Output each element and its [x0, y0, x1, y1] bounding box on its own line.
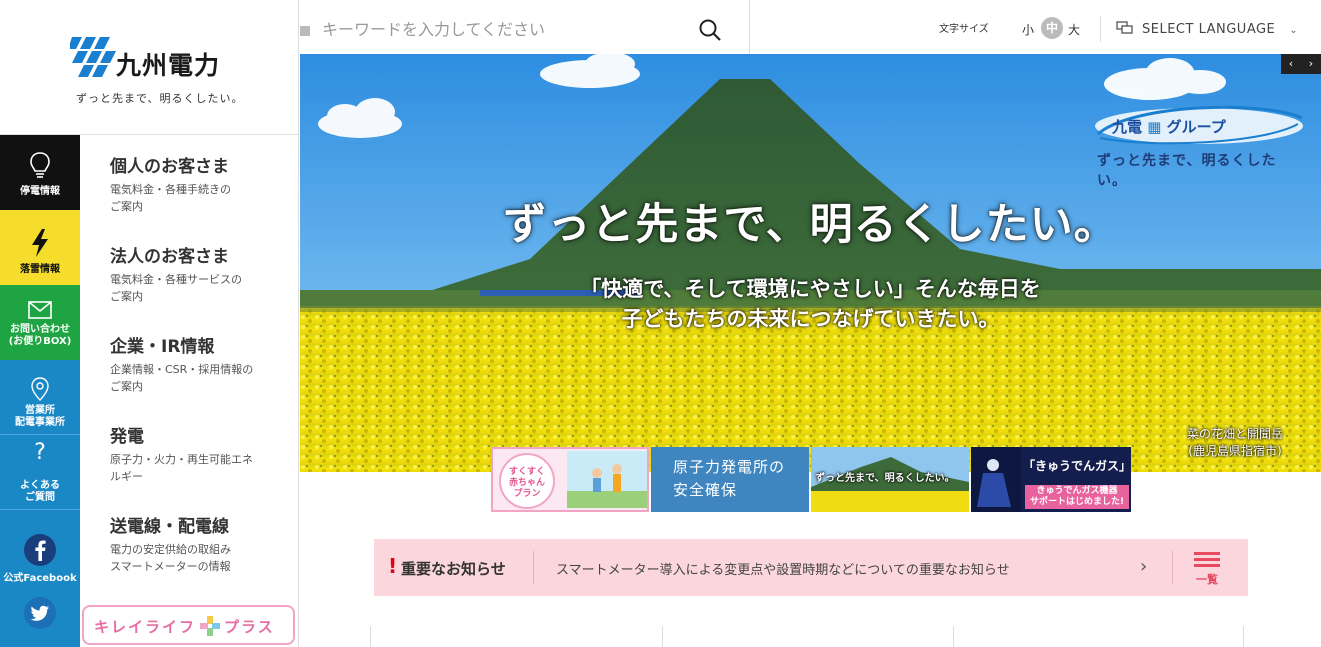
- notice-list-button[interactable]: 一覧: [1189, 549, 1225, 587]
- nav-outage-info[interactable]: 停電情報: [0, 135, 80, 210]
- nav-twitter[interactable]: [0, 592, 80, 647]
- slider-next-button[interactable]: ›: [1301, 57, 1321, 70]
- nuclear-line1: 原子力発電所の: [673, 458, 786, 476]
- kyuden-logo-mark: [70, 37, 116, 77]
- divider: [662, 626, 663, 647]
- banner-slogan-text: ずっと先まで、明るくしたい。: [815, 473, 955, 484]
- notice-title: 重要なお知らせ: [401, 560, 506, 578]
- group-name: 九電 ▦ グループ: [1112, 118, 1226, 136]
- kirei-plus-icon: [200, 615, 221, 636]
- nav-lightning-info[interactable]: 落雷情報: [0, 210, 80, 285]
- list-icon: [1189, 552, 1225, 567]
- menu-item-generation[interactable]: 発電 原子力・火力・再生可能エネ ルギー: [110, 422, 290, 485]
- baby-plan-badge: すくすく 赤ちゃん プラン: [499, 453, 555, 509]
- search-bar: [300, 0, 750, 54]
- banner-slogan[interactable]: ずっと先まで、明るくしたい。: [811, 447, 969, 512]
- gas-title: 「きゅうでんガス」: [1023, 459, 1131, 473]
- logo-area[interactable]: 九州電力 ずっと先まで、明るくしたい。: [0, 0, 299, 135]
- language-icon: [1116, 21, 1133, 34]
- brand-name: 九州電力: [116, 51, 221, 80]
- slider-controls: ‹ ›: [1281, 54, 1321, 74]
- menu-item-business[interactable]: 法人のお客さま 電気料金・各種サービスの ご案内: [110, 242, 290, 305]
- location-pin-icon: [31, 377, 49, 401]
- family-photo: [567, 451, 647, 508]
- banner-baby-plan[interactable]: すくすく 赤ちゃん プラン: [491, 447, 649, 512]
- hero-slider[interactable]: ‹ › 九電 ▦ グループ ずっと先まで、明るくしたい。 ずっと先まで、明るくし…: [300, 54, 1321, 472]
- banner-kyuden-gas[interactable]: 「きゅうでんガス」 きゅうでんガス機器 サポートはじめました!: [971, 447, 1131, 512]
- nav-offices-label: 営業所 配電事業所: [15, 405, 65, 428]
- important-notice[interactable]: ! 重要なお知らせ スマートメーター導入による変更点や設置時期などについての重要…: [374, 539, 1248, 596]
- menu-item-desc: 電力の安定供給の取組み スマートメーターの情報: [110, 543, 231, 573]
- menu-item-title: 発電: [110, 427, 144, 447]
- divider: [1243, 626, 1244, 647]
- exclamation-icon: !: [388, 554, 398, 578]
- kirei-life-plus-banner[interactable]: キレイライフ プラス: [82, 605, 295, 645]
- search-input[interactable]: [322, 12, 682, 46]
- nav-faq[interactable]: ? よくある ご質問: [0, 435, 80, 510]
- nuclear-line2: 安全確保: [673, 481, 738, 499]
- brand-slogan: ずっと先まで、明るくしたい。: [76, 92, 244, 105]
- font-size-medium-button[interactable]: 中: [1041, 17, 1063, 39]
- font-size-large-button[interactable]: 大: [1068, 21, 1080, 38]
- chevron-right-icon[interactable]: ›: [1140, 556, 1147, 577]
- language-label: SELECT LANGUAGE: [1142, 22, 1276, 37]
- menu-item-title: 送電線・配電線: [110, 517, 229, 537]
- notice-list-label: 一覧: [1196, 573, 1218, 586]
- divider: [533, 551, 534, 584]
- lightbulb-icon: [30, 152, 50, 178]
- language-selector[interactable]: SELECT LANGUAGE ⌄: [1116, 21, 1299, 37]
- menu-item-residential[interactable]: 個人のお客さま 電気料金・各種手続きの ご案内: [110, 152, 290, 215]
- divider: [370, 626, 371, 647]
- kirei-label-right: プラス: [224, 618, 275, 636]
- side-icon-nav: 停電情報 落雷情報 お問い合わせ (お便りBOX) 営業所 配電事業所 ? よく…: [0, 135, 80, 647]
- divider: [1100, 16, 1101, 42]
- slider-prev-button[interactable]: ‹: [1281, 57, 1301, 70]
- hero-headline: ずっと先まで、明るくしたい。: [503, 200, 1118, 250]
- nav-faq-label: よくある ご質問: [20, 480, 60, 503]
- nav-contact-label: お問い合わせ (お便りBOX): [8, 324, 72, 347]
- mail-icon: [28, 301, 52, 319]
- nav-lightning-label: 落雷情報: [20, 264, 60, 275]
- banner-row: すくすく 赤ちゃん プラン 原子力発電所の 安全確保 ずっと先まで、明るくしたい…: [491, 447, 1131, 512]
- main-menu: 個人のお客さま 電気料金・各種手続きの ご案内 法人のお客さま 電気料金・各種サ…: [80, 135, 299, 647]
- divider: [953, 626, 954, 647]
- font-size-label: 文字サイズ: [939, 24, 989, 35]
- divider: [1172, 551, 1173, 584]
- chevron-down-icon: ⌄: [1289, 25, 1299, 36]
- hero-photo-caption: 菜の花畑と開聞岳 (鹿児島県指宿市): [1186, 427, 1283, 458]
- menu-item-desc: 電気料金・各種手続きの ご案内: [110, 183, 231, 213]
- search-icon[interactable]: [698, 18, 722, 42]
- menu-item-desc: 企業情報・CSR・採用情報の ご案内: [110, 363, 254, 393]
- menu-item-desc: 電気料金・各種サービスの ご案内: [110, 273, 242, 303]
- lightning-icon: [32, 229, 48, 257]
- menu-item-corporate-ir[interactable]: 企業・IR情報 企業情報・CSR・採用情報の ご案内: [110, 332, 290, 395]
- nav-facebook-label: 公式Facebook: [3, 573, 77, 584]
- nav-contact[interactable]: お問い合わせ (お便りBOX): [0, 285, 80, 360]
- nav-facebook[interactable]: 公式Facebook: [0, 510, 80, 592]
- top-bar: 文字サイズ 小 中 大 SELECT LANGUAGE ⌄: [300, 0, 1321, 54]
- twitter-icon: [24, 597, 56, 629]
- hero-subtext: 「快適で、そして環境にやさしい」そんな毎日を 子どもたちの未来につなげていきたい。: [580, 277, 1041, 331]
- facebook-icon: [24, 534, 56, 566]
- menu-item-desc: 原子力・火力・再生可能エネ ルギー: [110, 453, 253, 483]
- menu-item-title: 企業・IR情報: [110, 337, 215, 357]
- group-slogan: ずっと先まで、明るくしたい。: [1097, 153, 1277, 189]
- banner-nuclear-safety[interactable]: 原子力発電所の 安全確保: [651, 447, 809, 512]
- question-icon: ?: [34, 440, 46, 465]
- kirei-label-left: キレイライフ: [94, 618, 197, 636]
- nav-offices[interactable]: 営業所 配電事業所: [0, 360, 80, 435]
- menu-item-transmission[interactable]: 送電線・配電線 電力の安定供給の取組み スマートメーターの情報: [110, 512, 290, 575]
- menu-item-title: 法人のお客さま: [110, 247, 229, 267]
- notice-message[interactable]: スマートメーター導入による変更点や設置時期などについての重要なお知らせ: [556, 559, 1010, 578]
- gas-subtitle: きゅうでんガス機器 サポートはじめました!: [1025, 485, 1129, 509]
- font-size-small-button[interactable]: 小: [1022, 21, 1034, 38]
- nav-outage-label: 停電情報: [20, 186, 60, 197]
- kyuden-group-badge: 九電 ▦ グループ ずっと先まで、明るくしたい。: [1092, 104, 1306, 189]
- gas-banner-figure: [971, 447, 1021, 512]
- menu-item-title: 個人のお客さま: [110, 157, 229, 177]
- search-marker: [300, 26, 310, 36]
